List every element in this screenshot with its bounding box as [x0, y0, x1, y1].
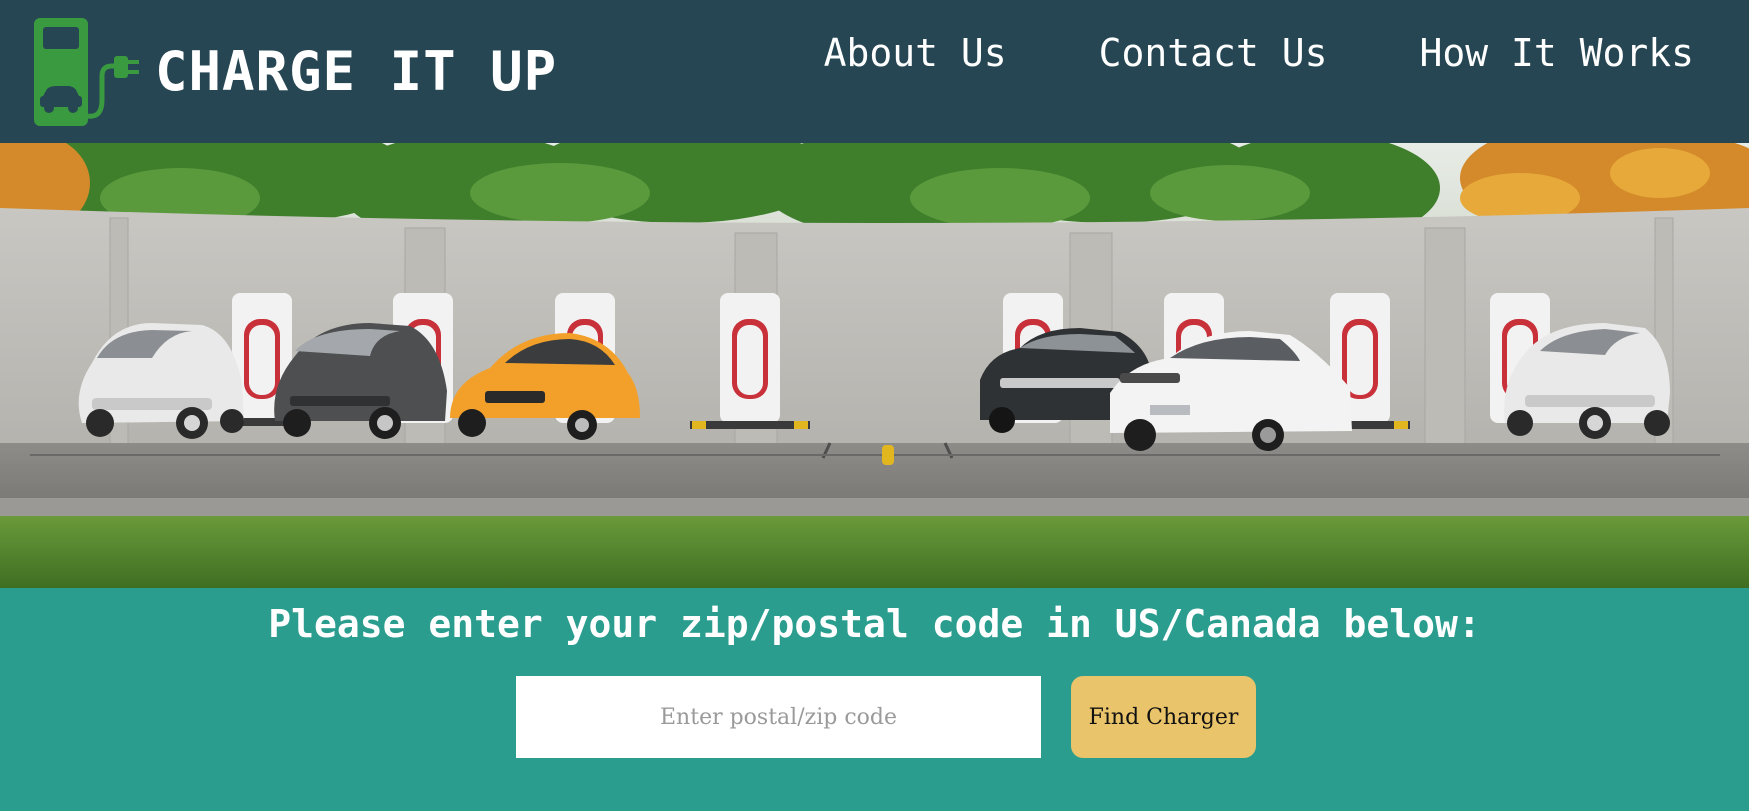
nav-about-us[interactable]: About Us	[824, 26, 1007, 80]
search-prompt: Please enter your zip/postal code in US/…	[268, 602, 1481, 646]
zip-code-input[interactable]	[516, 676, 1041, 758]
ev-charger-icon[interactable]	[30, 16, 142, 128]
nav-contact-us[interactable]: Contact Us	[1099, 26, 1328, 80]
nav-how-it-works[interactable]: How It Works	[1419, 26, 1694, 80]
find-charger-button[interactable]: Find Charger	[1071, 676, 1256, 758]
hero-image	[0, 143, 1749, 588]
search-section: Please enter your zip/postal code in US/…	[0, 588, 1749, 811]
brand-name[interactable]: CHARGE IT UP	[155, 36, 557, 108]
site-header: CHARGE IT UP About Us Contact Us How It …	[0, 0, 1749, 143]
main-nav: About Us Contact Us How It Works	[824, 26, 1694, 80]
